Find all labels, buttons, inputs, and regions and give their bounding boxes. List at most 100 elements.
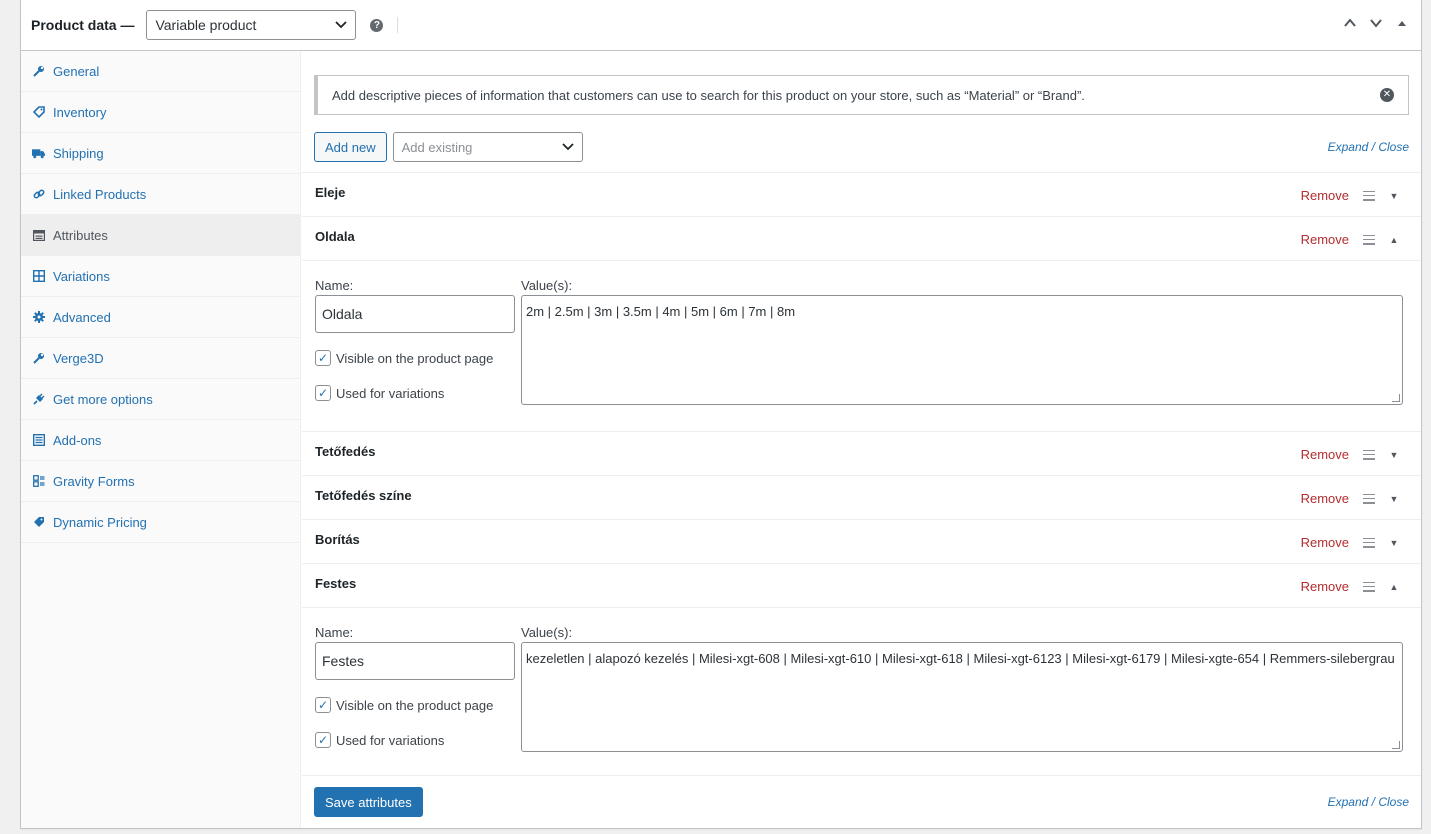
attribute-header[interactable]: Eleje Remove ▼ xyxy=(302,173,1421,216)
tab-add-ons[interactable]: Add-ons xyxy=(21,420,300,461)
attribute-row: Tetőfedés színe Remove ▼ xyxy=(302,475,1421,519)
move-down-icon[interactable] xyxy=(1369,16,1383,30)
attribute-header[interactable]: Festes Remove ▲ xyxy=(302,564,1421,607)
expand-arrow-icon[interactable]: ▼ xyxy=(1389,450,1399,460)
tab-verge3d[interactable]: Verge3D xyxy=(21,338,300,379)
toggle-panel-icon[interactable] xyxy=(1395,16,1409,30)
close-link[interactable]: Close xyxy=(1378,140,1409,154)
save-attributes-button[interactable]: Save attributes xyxy=(314,787,423,817)
tab-gravity-forms[interactable]: Gravity Forms xyxy=(21,461,300,502)
tab-label: Add-ons xyxy=(53,432,102,448)
visible-checkbox[interactable]: ✓ xyxy=(315,697,331,713)
tab-attributes[interactable]: Attributes xyxy=(21,215,300,256)
add-existing-select[interactable]: Add existing xyxy=(392,132,583,162)
tab-get-more-options[interactable]: Get more options xyxy=(21,379,300,420)
close-icon[interactable]: ✕ xyxy=(1380,88,1394,102)
tab-general[interactable]: General xyxy=(21,51,300,92)
expand-close-links: Expand / Close xyxy=(1328,140,1409,154)
attribute-title: Oldala xyxy=(315,228,355,244)
attribute-row: Eleje Remove ▼ xyxy=(302,172,1421,216)
attribute-row: Tetőfedés Remove ▼ xyxy=(302,431,1421,475)
help-icon[interactable]: ? xyxy=(370,18,384,32)
tag-icon xyxy=(32,106,45,119)
tab-dynamic-pricing[interactable]: Dynamic Pricing xyxy=(21,502,300,543)
visible-checkbox[interactable]: ✓ xyxy=(315,350,331,366)
remove-link[interactable]: Remove xyxy=(1301,535,1349,550)
drag-handle-icon[interactable] xyxy=(1363,190,1375,201)
expand-arrow-icon[interactable]: ▼ xyxy=(1389,191,1399,201)
close-link[interactable]: Close xyxy=(1378,795,1409,809)
tab-label: Advanced xyxy=(53,309,111,325)
expand-arrow-icon[interactable]: ▼ xyxy=(1389,494,1399,504)
collapse-arrow-icon[interactable]: ▲ xyxy=(1389,235,1399,245)
collapse-arrow-icon[interactable]: ▲ xyxy=(1389,582,1399,592)
info-notice: Add descriptive pieces of information th… xyxy=(314,75,1409,115)
drag-handle-icon[interactable] xyxy=(1363,493,1375,504)
expand-link[interactable]: Expand xyxy=(1328,140,1369,154)
remove-link[interactable]: Remove xyxy=(1301,447,1349,462)
product-type-value: Variable product xyxy=(155,17,257,33)
remove-link[interactable]: Remove xyxy=(1301,491,1349,506)
panel-title: Product data — xyxy=(31,17,135,33)
link-icon xyxy=(32,188,45,201)
tab-label: Dynamic Pricing xyxy=(53,514,147,530)
remove-link[interactable]: Remove xyxy=(1301,188,1349,203)
variations-label: Used for variations xyxy=(336,732,445,748)
tab-label: Inventory xyxy=(53,104,107,120)
product-data-panel: Product data — Variable product ? Genera… xyxy=(20,0,1422,829)
visible-label: Visible on the product page xyxy=(336,697,494,713)
attribute-title: Eleje xyxy=(315,184,346,200)
visible-checkbox-row[interactable]: ✓ Visible on the product page xyxy=(315,350,493,366)
tab-label: Verge3D xyxy=(53,350,104,366)
drag-handle-icon[interactable] xyxy=(1363,449,1375,460)
move-up-icon[interactable] xyxy=(1343,16,1357,30)
attributes-panel: Add descriptive pieces of information th… xyxy=(302,51,1421,828)
attributes-footer: Save attributes Expand / Close xyxy=(302,775,1421,829)
variations-checkbox[interactable]: ✓ xyxy=(315,385,331,401)
tab-label: Shipping xyxy=(53,145,104,161)
drag-handle-icon[interactable] xyxy=(1363,537,1375,548)
tab-advanced[interactable]: Advanced xyxy=(21,297,300,338)
attribute-name-input[interactable]: Festes xyxy=(315,642,515,680)
attribute-actions: Remove ▼ xyxy=(1301,491,1399,506)
add-new-button[interactable]: Add new xyxy=(314,132,387,162)
attribute-name-input[interactable]: Oldala xyxy=(315,295,515,333)
attribute-header[interactable]: Tetőfedés Remove ▼ xyxy=(302,432,1421,475)
attribute-header[interactable]: Borítás Remove ▼ xyxy=(302,520,1421,563)
gear-icon xyxy=(32,311,45,324)
truck-icon xyxy=(32,147,45,160)
tab-shipping[interactable]: Shipping xyxy=(21,133,300,174)
tab-label: Linked Products xyxy=(53,186,147,202)
resize-handle-icon[interactable] xyxy=(1392,741,1400,749)
link-separator: / xyxy=(1368,140,1379,154)
tab-label: Attributes xyxy=(53,227,108,243)
attribute-list: Eleje Remove ▼ Oldala Remove ▲ Name: Val… xyxy=(302,172,1421,778)
drag-handle-icon[interactable] xyxy=(1363,234,1375,245)
list-icon xyxy=(32,434,45,447)
form-icon xyxy=(32,475,45,488)
variations-checkbox[interactable]: ✓ xyxy=(315,732,331,748)
remove-link[interactable]: Remove xyxy=(1301,579,1349,594)
variations-checkbox-row[interactable]: ✓ Used for variations xyxy=(315,385,444,401)
product-type-select[interactable]: Variable product xyxy=(146,10,357,40)
attribute-values-textarea[interactable]: 2m | 2.5m | 3m | 3.5m | 4m | 5m | 6m | 7… xyxy=(521,295,1403,405)
attribute-actions: Remove ▲ xyxy=(1301,579,1399,594)
attribute-values-textarea[interactable]: kezeletlen | alapozó kezelés | Milesi-xg… xyxy=(521,642,1403,752)
remove-link[interactable]: Remove xyxy=(1301,232,1349,247)
name-label: Name: xyxy=(315,278,354,293)
values-text: 2m | 2.5m | 3m | 3.5m | 4m | 5m | 6m | 7… xyxy=(526,304,796,319)
expand-link[interactable]: Expand xyxy=(1328,795,1369,809)
resize-handle-icon[interactable] xyxy=(1392,394,1400,402)
attribute-row: Festes Remove ▲ Name: Value(s): Festes k… xyxy=(302,563,1421,778)
tab-linked-products[interactable]: Linked Products xyxy=(21,174,300,215)
tab-label: Get more options xyxy=(53,391,153,407)
drag-handle-icon[interactable] xyxy=(1363,581,1375,592)
tab-variations[interactable]: Variations xyxy=(21,256,300,297)
visible-checkbox-row[interactable]: ✓ Visible on the product page xyxy=(315,697,493,713)
attribute-header[interactable]: Oldala Remove ▲ xyxy=(302,217,1421,260)
values-label: Value(s): xyxy=(521,278,573,293)
attribute-header[interactable]: Tetőfedés színe Remove ▼ xyxy=(302,476,1421,519)
variations-checkbox-row[interactable]: ✓ Used for variations xyxy=(315,732,444,748)
expand-arrow-icon[interactable]: ▼ xyxy=(1389,538,1399,548)
tab-inventory[interactable]: Inventory xyxy=(21,92,300,133)
